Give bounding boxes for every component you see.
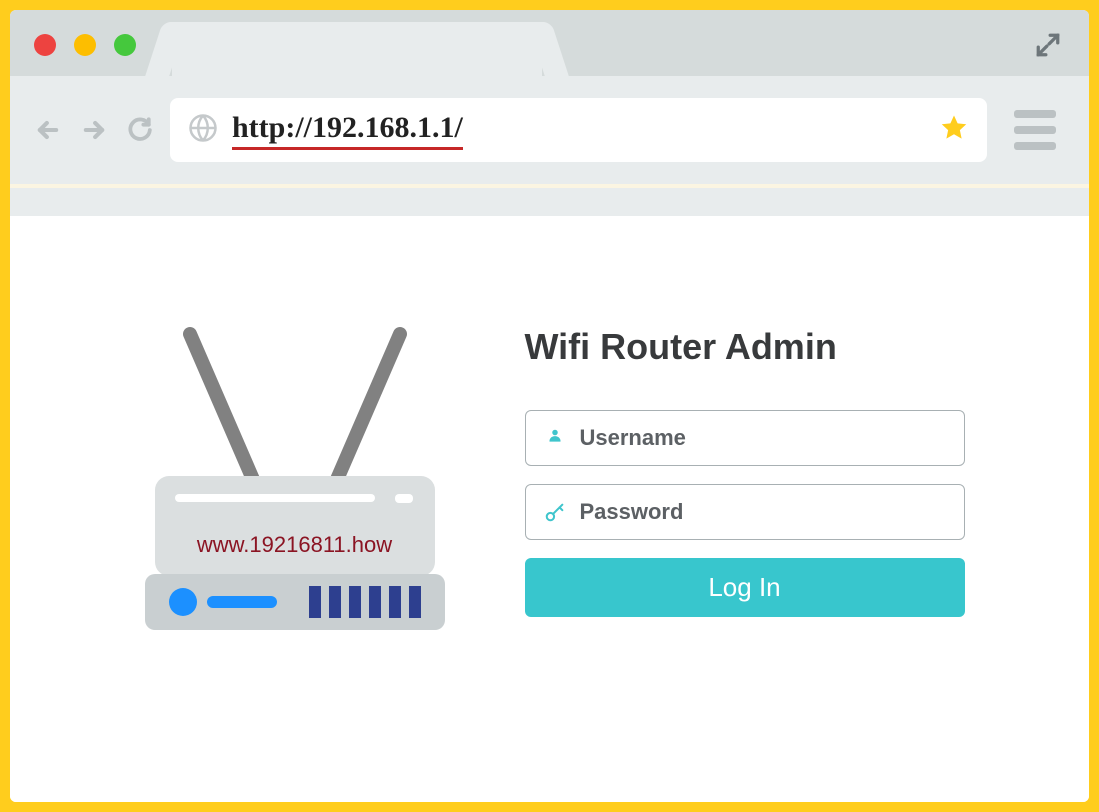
toolbar-divider: [10, 188, 1089, 216]
router-icon: [135, 326, 455, 636]
minimize-window-button[interactable]: [74, 34, 96, 56]
address-bar[interactable]: http://192.168.1.1/: [170, 98, 987, 162]
password-field-wrapper[interactable]: [525, 484, 965, 540]
browser-window: http://192.168.1.1/: [10, 10, 1089, 802]
forward-button[interactable]: [80, 116, 108, 144]
router-watermark-label: www.19216811.how: [135, 532, 455, 558]
reload-button[interactable]: [126, 116, 152, 144]
router-illustration: www.19216811.how: [135, 326, 455, 636]
login-form: Wifi Router Admin Log In: [525, 326, 965, 617]
nav-buttons: [34, 116, 152, 144]
expand-icon[interactable]: [1035, 32, 1061, 63]
back-button[interactable]: [34, 116, 62, 144]
maximize-window-button[interactable]: [114, 34, 136, 56]
browser-tab[interactable]: [172, 22, 542, 76]
window-controls: [34, 34, 136, 56]
close-window-button[interactable]: [34, 34, 56, 56]
key-icon: [544, 501, 566, 523]
page-title: Wifi Router Admin: [525, 326, 965, 368]
browser-toolbar: http://192.168.1.1/: [10, 76, 1089, 188]
globe-icon: [188, 113, 218, 148]
password-input[interactable]: [580, 499, 946, 525]
bookmark-star-icon[interactable]: [939, 113, 969, 148]
tab-strip: [10, 10, 1089, 76]
url-text[interactable]: http://192.168.1.1/: [232, 111, 463, 150]
login-button[interactable]: Log In: [525, 558, 965, 617]
page-content: www.19216811.how Wifi Router Admin Log I…: [10, 216, 1089, 802]
person-icon: [544, 427, 566, 449]
hamburger-menu-button[interactable]: [1005, 100, 1065, 160]
username-field-wrapper[interactable]: [525, 410, 965, 466]
username-input[interactable]: [580, 425, 946, 451]
